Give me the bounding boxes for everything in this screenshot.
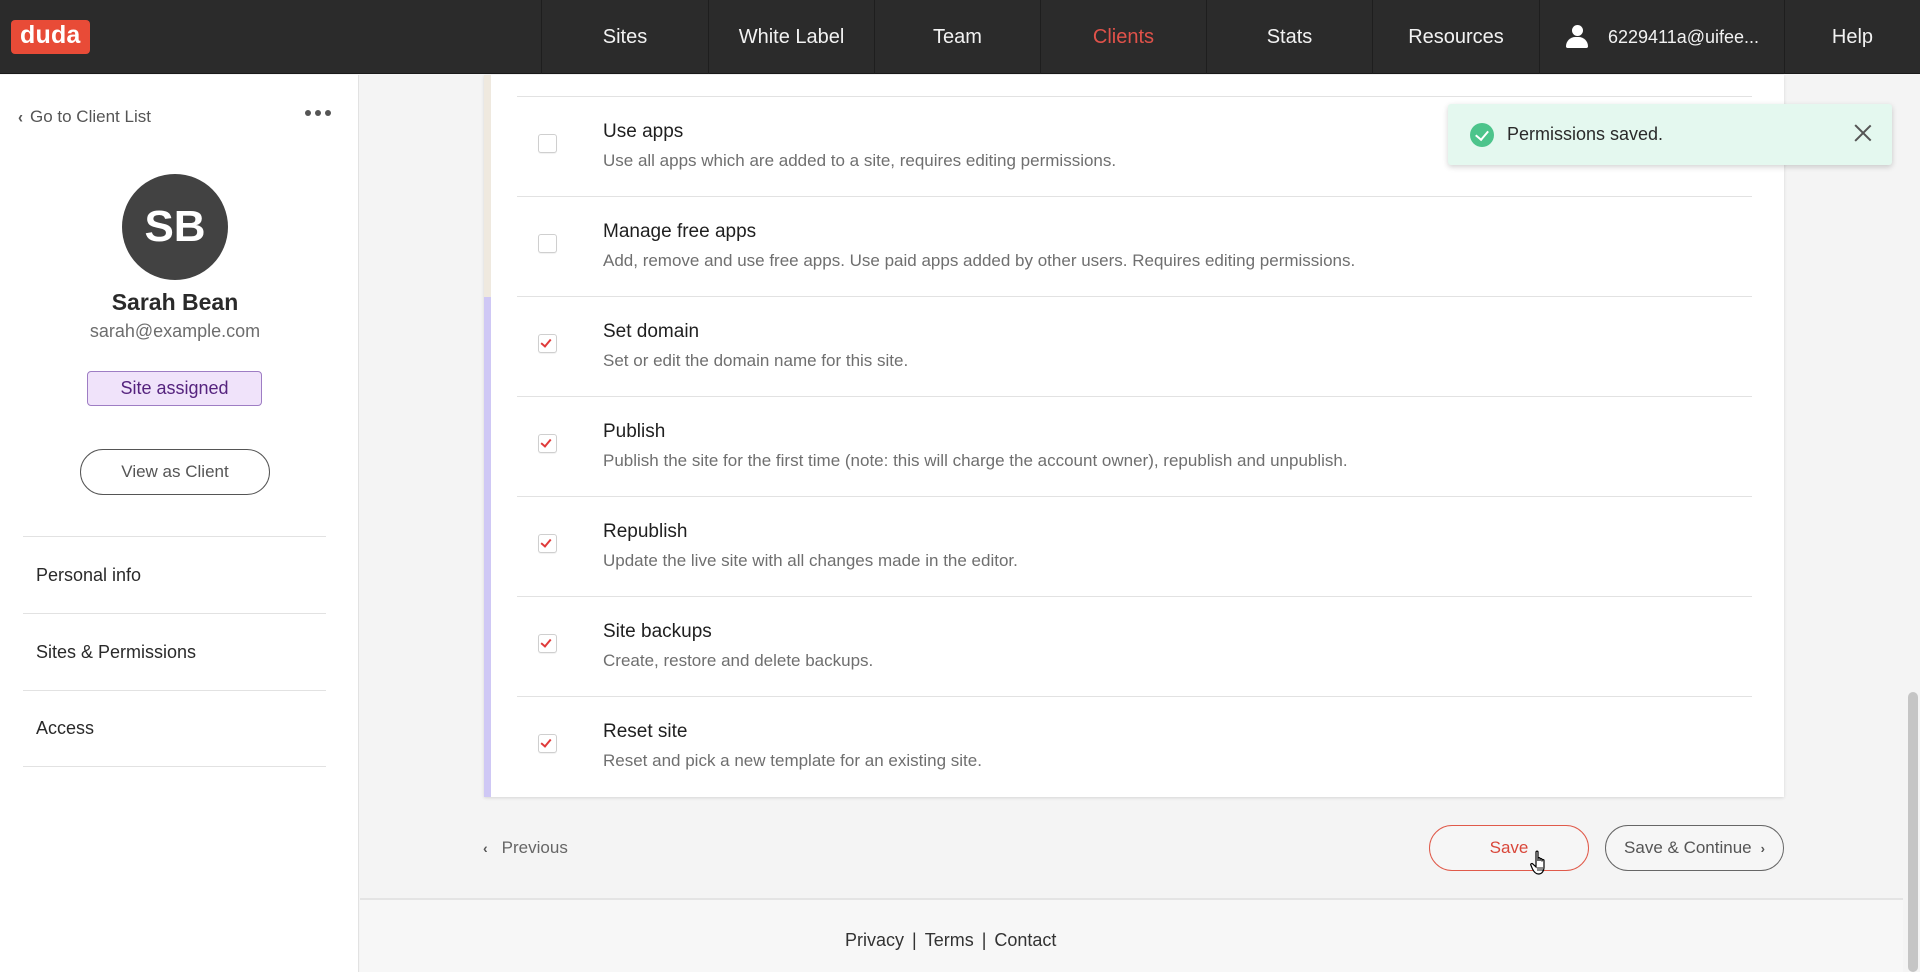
sidebar-item-sites-permissions[interactable]: Sites & Permissions [23,613,326,690]
permission-description: Set or edit the domain name for this sit… [603,351,909,370]
nav-item-stats[interactable]: Stats [1206,0,1372,74]
back-link-label: Go to Client List [30,107,151,126]
check-circle-icon [1470,122,1494,147]
nav-item-sites[interactable]: Sites [541,0,708,74]
footer-link-contact[interactable]: Contact [994,930,1056,951]
hand-pointer-cursor-icon [1530,850,1545,875]
close-icon[interactable] [1852,122,1874,144]
permission-title: Publish [603,421,666,442]
client-name: Sarah Bean [111,289,239,315]
scrollbar-thumb[interactable] [1908,692,1918,972]
checkmark-icon [540,336,552,348]
nav-items: Sites White Label Team Clients Stats Res… [541,0,1920,74]
permission-row: Site backups Create, restore and delete b… [517,596,1752,696]
client-email: sarah@example.com [89,321,261,341]
permission-row: Manage free apps Add, remove and use free… [517,196,1752,296]
previous-button[interactable]: ‹ Previous [483,838,568,858]
permission-row: Publish Publish the site for the first ti… [517,396,1752,496]
save-and-continue-button[interactable]: Save & Continue › [1605,825,1784,871]
save-continue-label: Save & Continue [1624,838,1752,857]
previous-label: Previous [501,838,568,857]
top-navigation: duda Sites White Label Team Clients Stat… [0,0,1920,74]
more-options-button[interactable] [305,110,331,116]
permission-title: Use apps [603,121,684,142]
nav-item-team[interactable]: Team [874,0,1040,74]
nav-item-resources[interactable]: Resources [1372,0,1539,74]
permissions-card: Use apps Use all apps which are added to … [484,75,1784,797]
permission-title: Republish [603,521,688,542]
permission-checkbox[interactable] [538,634,557,653]
permission-description: Reset and pick a new template for an exi… [603,751,982,770]
chevron-left-icon: ‹ [483,840,488,856]
permission-description: Create, restore and delete backups. [603,651,874,670]
permission-title: Manage free apps [603,221,757,242]
account-label: 6229411a@uifee... [1608,26,1760,47]
footer-links: Privacy | Terms | Contact [845,930,1056,951]
permission-description: Use all apps which are added to a site, … [603,151,1117,170]
footer-separator: | [981,930,987,950]
permission-description: Publish the site for the first time (not… [603,451,1348,470]
section-stripe-apps [484,75,491,297]
permissions-list: Use apps Use all apps which are added to … [517,96,1752,796]
chevron-right-icon: › [1760,840,1765,856]
save-button[interactable]: Save [1429,825,1589,871]
nav-item-white-label[interactable]: White Label [708,0,874,74]
checkmark-icon [540,536,552,548]
more-horizontal-icon [305,110,311,116]
success-toast: Permissions saved. [1448,104,1892,165]
checkmark-icon [540,636,552,648]
permission-checkbox[interactable] [538,234,557,253]
permission-checkbox[interactable] [538,434,557,453]
permission-title: Site backups [603,621,712,642]
permission-row: Set domain Set or edit the domain name fo… [517,296,1752,396]
view-as-client-button[interactable]: View as Client [80,449,270,495]
chevron-left-icon: ‹ [18,107,23,127]
page-footer: Privacy | Terms | Contact [360,898,1903,972]
checkmark-icon [540,736,552,748]
status-badge: Site assigned [87,371,262,406]
permission-row: Republish Update the live site with all c… [517,496,1752,596]
toast-message: Permissions saved. [1507,124,1664,144]
avatar: SB [122,174,228,280]
permission-title: Set domain [603,321,700,342]
sidebar-item-access[interactable]: Access [23,690,326,767]
more-dot [325,110,331,116]
footer-link-terms[interactable]: Terms [925,930,974,951]
permission-row: Reset site Reset and pick a new template … [517,696,1752,796]
permission-description: Update the live site with all changes ma… [603,551,1018,570]
footer-link-privacy[interactable]: Privacy [845,930,904,951]
client-sidebar: ‹ Go to Client List SB Sarah Bean sarah@… [0,75,359,972]
nav-item-clients[interactable]: Clients [1040,0,1206,74]
permission-checkbox[interactable] [538,334,557,353]
permission-checkbox[interactable] [538,734,557,753]
sidebar-item-personal-info[interactable]: Personal info [23,536,326,613]
permission-description: Add, remove and use free apps. Use paid … [603,251,1356,270]
user-icon [1566,25,1588,49]
checkmark-icon [540,436,552,448]
account-menu[interactable]: 6229411a@uifee... [1539,0,1784,74]
permission-title: Reset site [603,721,688,742]
footer-separator: | [912,930,917,950]
nav-item-help[interactable]: Help [1784,0,1920,74]
permission-checkbox[interactable] [538,534,557,553]
go-to-client-list-link[interactable]: ‹ Go to Client List [18,107,151,127]
duda-logo[interactable]: duda [11,20,90,54]
more-dot [315,110,321,116]
logo-container: duda [0,0,541,74]
sidebar-menu: Personal info Sites & Permissions Access [23,536,326,767]
permission-checkbox[interactable] [538,134,557,153]
section-stripe-publishing [484,297,491,797]
